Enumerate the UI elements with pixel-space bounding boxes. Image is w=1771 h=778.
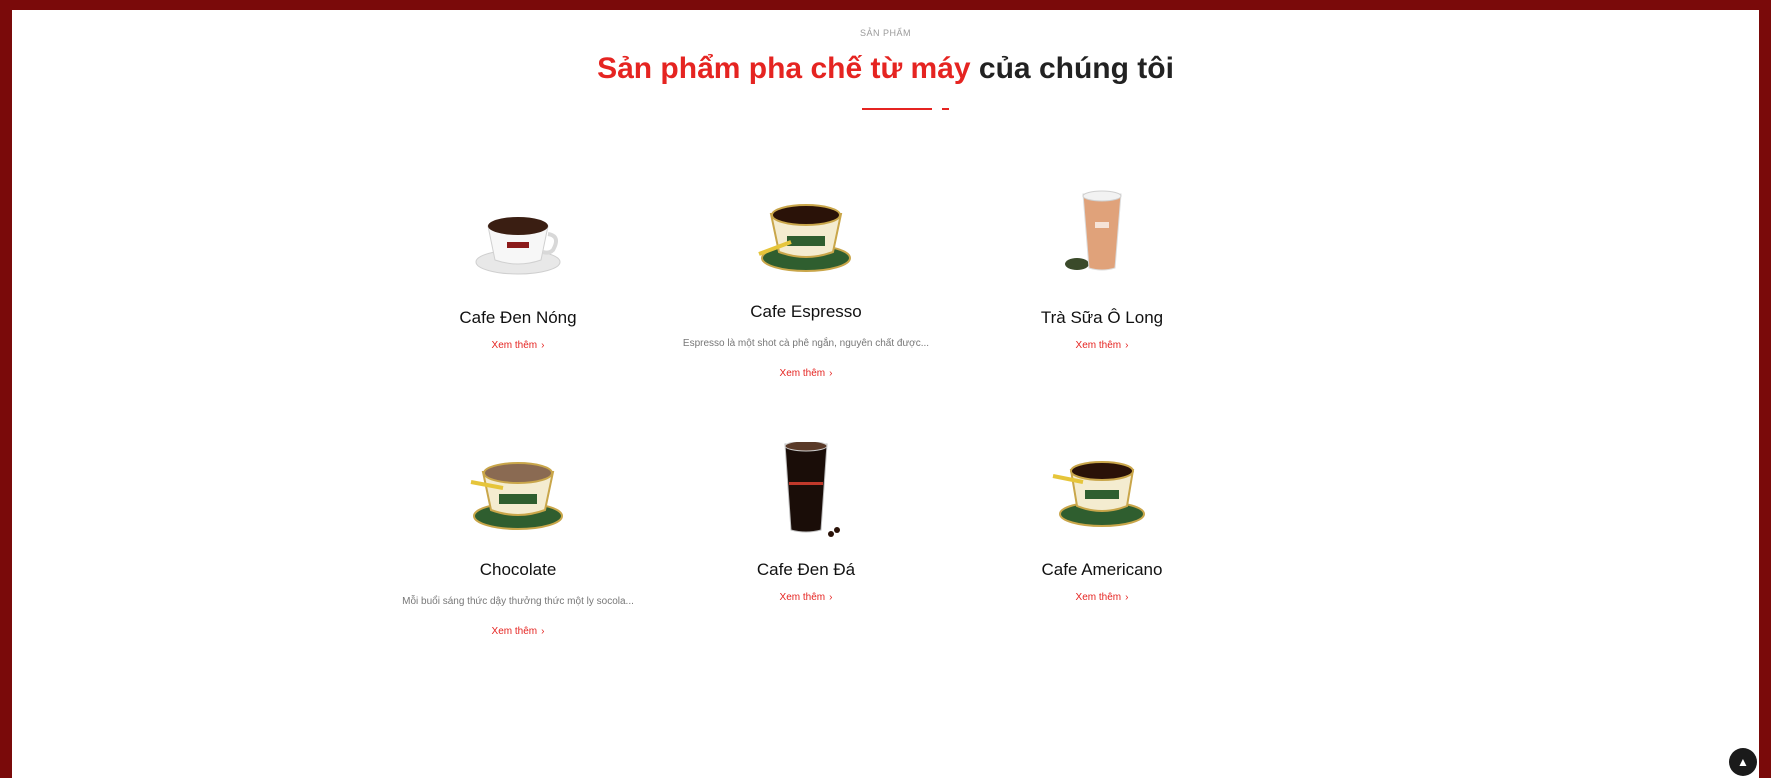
scroll-to-top-button[interactable]: ▲ bbox=[1729, 748, 1757, 776]
product-name[interactable]: Cafe Đen Đá bbox=[676, 560, 936, 580]
chevron-right-icon: › bbox=[829, 592, 833, 603]
chevron-right-icon: › bbox=[1125, 340, 1129, 351]
read-more-link[interactable]: Xem thêm › bbox=[388, 626, 648, 637]
oolong-milk-tea-cup-icon[interactable] bbox=[1047, 190, 1157, 290]
hot-black-coffee-cup-icon[interactable] bbox=[463, 190, 573, 290]
iced-black-coffee-glass-icon[interactable] bbox=[751, 440, 861, 542]
read-more-link[interactable]: Xem thêm › bbox=[388, 340, 648, 351]
read-more-link[interactable]: Xem thêm › bbox=[676, 592, 936, 603]
section-title: Sản phẩm pha chế từ máy của chúng tôi bbox=[12, 52, 1759, 86]
product-name[interactable]: Chocolate bbox=[388, 560, 648, 580]
section-eyebrow: SẢN PHẨM bbox=[859, 28, 911, 38]
product-name[interactable]: Cafe Americano bbox=[972, 560, 1232, 580]
read-more-label: Xem thêm bbox=[1075, 592, 1122, 603]
chevron-right-icon: › bbox=[1125, 592, 1129, 603]
read-more-link[interactable]: Xem thêm › bbox=[676, 368, 936, 379]
read-more-label: Xem thêm bbox=[1075, 340, 1122, 351]
americano-cup-icon[interactable] bbox=[1047, 442, 1157, 542]
read-more-link[interactable]: Xem thêm › bbox=[972, 592, 1232, 603]
read-more-label: Xem thêm bbox=[779, 368, 826, 379]
product-name[interactable]: Cafe Đen Nóng bbox=[388, 308, 648, 328]
product-card: Chocolate Mỗi buổi sáng thức dậy thưởng … bbox=[388, 442, 648, 637]
chevron-up-icon: ▲ bbox=[1737, 755, 1749, 769]
product-card: Cafe Đen Nóng Xem thêm › bbox=[388, 190, 648, 351]
title-divider bbox=[862, 108, 952, 110]
read-more-label: Xem thêm bbox=[491, 626, 538, 637]
chocolate-cup-icon[interactable] bbox=[463, 442, 573, 542]
product-card: Trà Sữa Ô Long Xem thêm › bbox=[972, 190, 1232, 351]
product-name[interactable]: Trà Sữa Ô Long bbox=[972, 308, 1232, 328]
product-description: Espresso là một shot cà phê ngắn, nguyên… bbox=[682, 338, 930, 349]
page-frame: SẢN PHẨM Sản phẩm pha chế từ máy của chú… bbox=[12, 10, 1759, 778]
section-title-rest: của chúng tôi bbox=[970, 52, 1174, 85]
product-card: Cafe Espresso Espresso là một shot cà ph… bbox=[676, 184, 936, 379]
chevron-right-icon: › bbox=[541, 626, 545, 637]
espresso-cup-icon[interactable] bbox=[751, 184, 861, 284]
chevron-right-icon: › bbox=[541, 340, 545, 351]
chevron-right-icon: › bbox=[829, 368, 833, 379]
read-more-label: Xem thêm bbox=[491, 340, 538, 351]
product-card: Cafe Đen Đá Xem thêm › bbox=[676, 440, 936, 603]
product-card: Cafe Americano Xem thêm › bbox=[972, 442, 1232, 603]
section-title-accent: Sản phẩm pha chế từ máy bbox=[597, 52, 971, 85]
read-more-label: Xem thêm bbox=[779, 592, 826, 603]
read-more-link[interactable]: Xem thêm › bbox=[972, 340, 1232, 351]
product-description: Mỗi buổi sáng thức dậy thưởng thức một l… bbox=[402, 596, 634, 607]
product-name[interactable]: Cafe Espresso bbox=[676, 302, 936, 322]
